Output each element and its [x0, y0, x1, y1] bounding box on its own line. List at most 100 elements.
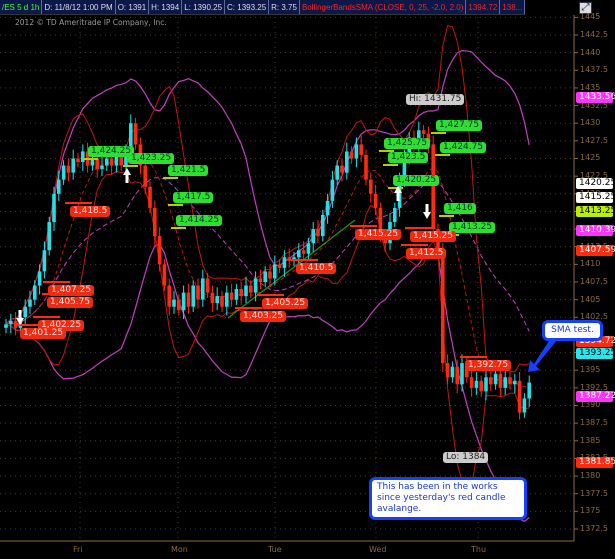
candle-body — [297, 250, 301, 258]
candle-body — [455, 366, 459, 385]
x-tick-label: Fri — [73, 545, 83, 554]
y-tick-label: 1377.5 — [580, 488, 608, 498]
red-price-label: 1,415.25 — [355, 229, 402, 240]
candle-body — [306, 243, 311, 254]
red-price-label: 1,405.25 — [262, 298, 309, 309]
red-price-label: 1,403.25 — [240, 311, 287, 322]
x-tick-label: Wed — [369, 545, 387, 554]
price-badge: 1410.39 — [576, 225, 615, 236]
price-badge: 1407.59 — [576, 245, 615, 256]
candle-body — [52, 193, 56, 223]
y-tick-label: 1387.5 — [580, 418, 608, 428]
green-price-label: 1,424.75 — [440, 142, 487, 153]
y-tick-label: 1440 — [580, 47, 601, 57]
candle-body — [282, 257, 287, 268]
candle-body — [4, 324, 8, 328]
candle-body — [215, 296, 219, 304]
y-tick-label: 1427.5 — [580, 135, 608, 145]
candle-body — [66, 165, 71, 173]
green-price-label: 1,413.25 — [449, 222, 496, 233]
candle-body — [28, 299, 32, 307]
candle-body — [479, 380, 483, 392]
red-price-label: 1,392.75 — [465, 360, 512, 371]
candle-body — [95, 158, 99, 170]
green-price-label: 1,414.25 — [176, 215, 223, 226]
candle-body — [268, 271, 272, 279]
avalanche-note: This has been in the works since yesterd… — [369, 477, 527, 520]
green-price-label: 1,427.75 — [436, 120, 483, 131]
arrow-stem — [396, 193, 400, 201]
candle-body — [503, 377, 507, 388]
y-tick-label: 1445 — [580, 12, 601, 22]
y-tick-label: 1372.5 — [580, 523, 608, 533]
candle-body — [100, 165, 104, 170]
candle-body — [133, 123, 138, 145]
green-price-label: 1,416 — [444, 203, 476, 214]
candle-body — [474, 380, 479, 388]
candle-body — [373, 193, 378, 208]
candle-body — [196, 285, 200, 300]
price-badge: 1387.22 — [576, 391, 615, 402]
candle-body — [513, 380, 517, 385]
candle-body — [61, 165, 66, 180]
candle-body — [162, 264, 167, 286]
candle-body — [33, 285, 37, 300]
candle-body — [9, 320, 13, 325]
y-tick-label: 1380 — [580, 471, 601, 481]
green-price-label: 1,423.25 — [128, 153, 175, 164]
y-tick-label: 1410 — [580, 259, 601, 269]
candle-body — [460, 363, 464, 385]
candle-body — [143, 165, 147, 187]
candle-body — [42, 250, 47, 272]
red-price-label: 1,412.5 — [406, 248, 447, 259]
candle-body — [186, 292, 191, 307]
y-tick-label: 1375 — [580, 506, 601, 516]
y-tick-label: 1395 — [580, 365, 601, 375]
green-price-label: 1,420.25 — [393, 175, 440, 186]
candle-body — [354, 144, 359, 159]
price-chart[interactable] — [0, 0, 615, 559]
price-badge: 1413.25 — [576, 206, 615, 217]
candle-body — [167, 285, 171, 307]
price-badge: 1393.25 — [576, 348, 615, 359]
price-badge: 1420.25 — [576, 178, 615, 189]
sell-arrow-icon — [423, 212, 431, 219]
candle-body — [220, 296, 224, 307]
candle-body — [349, 151, 354, 159]
arrow-stem — [18, 310, 22, 318]
x-tick-label: Mon — [171, 545, 188, 554]
candle-body — [205, 278, 210, 293]
candle-body — [469, 377, 474, 388]
red-price-label: 1,418.5 — [70, 206, 111, 217]
candle-body — [229, 292, 234, 300]
candle-body — [517, 380, 522, 413]
price-badge: 1381.85 — [576, 457, 615, 468]
candle-body — [57, 179, 61, 194]
candle-body — [191, 285, 195, 307]
candle-body — [345, 151, 349, 173]
candle-body — [441, 250, 445, 364]
candle-body — [273, 264, 277, 279]
candle-body — [450, 366, 455, 378]
candle-body — [369, 179, 373, 194]
red-price-label: 1,407.25 — [48, 285, 95, 296]
candle-body — [172, 299, 176, 307]
x-tick-label: Tue — [268, 545, 282, 554]
candle-body — [210, 292, 215, 304]
candle-body — [335, 165, 339, 180]
candle-body — [330, 179, 335, 201]
candle-body — [364, 154, 368, 180]
candle-body — [258, 278, 263, 282]
y-tick-label: 1430 — [580, 118, 601, 128]
y-tick-label: 1437.5 — [580, 65, 608, 75]
candle-body — [489, 377, 493, 385]
candle-body — [263, 271, 267, 282]
candle-body — [239, 289, 243, 297]
candle-body — [493, 373, 498, 385]
x-tick-label: Thu — [471, 545, 487, 554]
low-label: Lo: 1384 — [443, 452, 489, 463]
candle-body — [81, 151, 85, 163]
candle-body — [321, 214, 325, 237]
candle-body — [253, 278, 258, 293]
candle-body — [431, 144, 435, 230]
